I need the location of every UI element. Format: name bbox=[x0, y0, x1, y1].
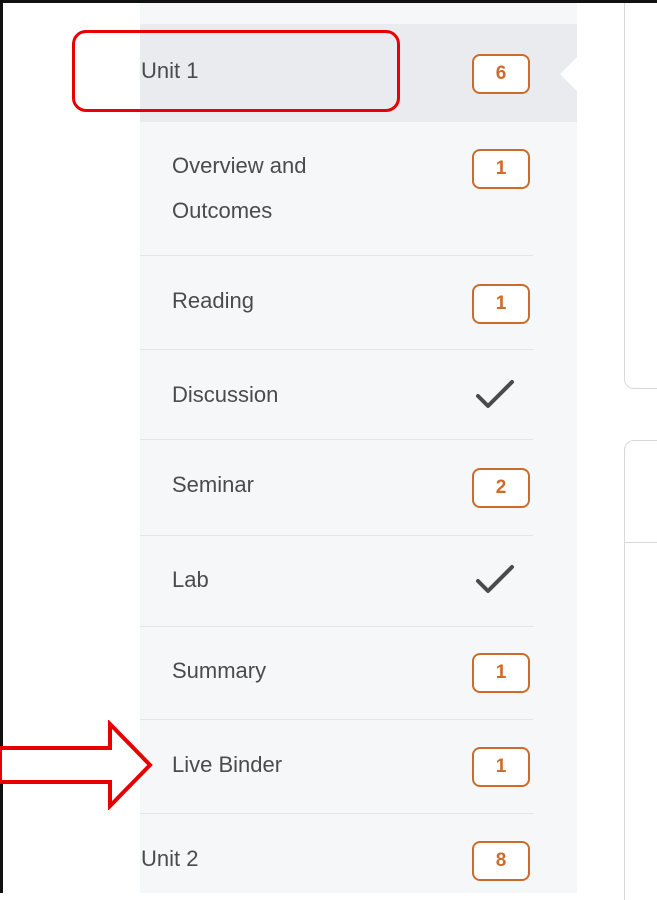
seminar-label: Seminar bbox=[172, 472, 254, 497]
divider bbox=[140, 626, 533, 627]
selected-pointer bbox=[560, 56, 578, 92]
content-panel-top bbox=[624, 3, 657, 389]
reading-badge: 1 bbox=[472, 284, 530, 324]
divider bbox=[140, 439, 533, 440]
unit-1-highlight-annotation bbox=[72, 30, 400, 112]
reading-label: Reading bbox=[172, 288, 254, 313]
check-icon bbox=[476, 565, 514, 593]
overview-label-line1: Overview and bbox=[172, 153, 307, 178]
unit-2-label: Unit 2 bbox=[141, 846, 199, 871]
overview-label-line2: Outcomes bbox=[172, 198, 273, 223]
live-binder-label: Live Binder bbox=[172, 752, 283, 777]
discussion-label: Discussion bbox=[172, 382, 279, 407]
divider bbox=[140, 813, 533, 814]
unit-2-badge: 8 bbox=[472, 841, 530, 881]
overview-badge: 1 bbox=[472, 149, 530, 189]
summary-label: Summary bbox=[172, 658, 267, 683]
summary-badge: 1 bbox=[472, 653, 530, 693]
divider bbox=[140, 719, 533, 720]
panel-divider bbox=[625, 542, 657, 543]
annotation-arrow-icon bbox=[0, 720, 153, 810]
unit-1-badge: 6 bbox=[472, 54, 530, 94]
lab-label: Lab bbox=[172, 567, 209, 592]
seminar-badge: 2 bbox=[472, 468, 530, 508]
content-panel-bottom bbox=[624, 440, 657, 900]
check-icon bbox=[476, 380, 514, 408]
divider bbox=[140, 535, 533, 536]
live-binder-badge: 1 bbox=[472, 747, 530, 787]
divider bbox=[140, 255, 533, 256]
divider bbox=[140, 349, 533, 350]
